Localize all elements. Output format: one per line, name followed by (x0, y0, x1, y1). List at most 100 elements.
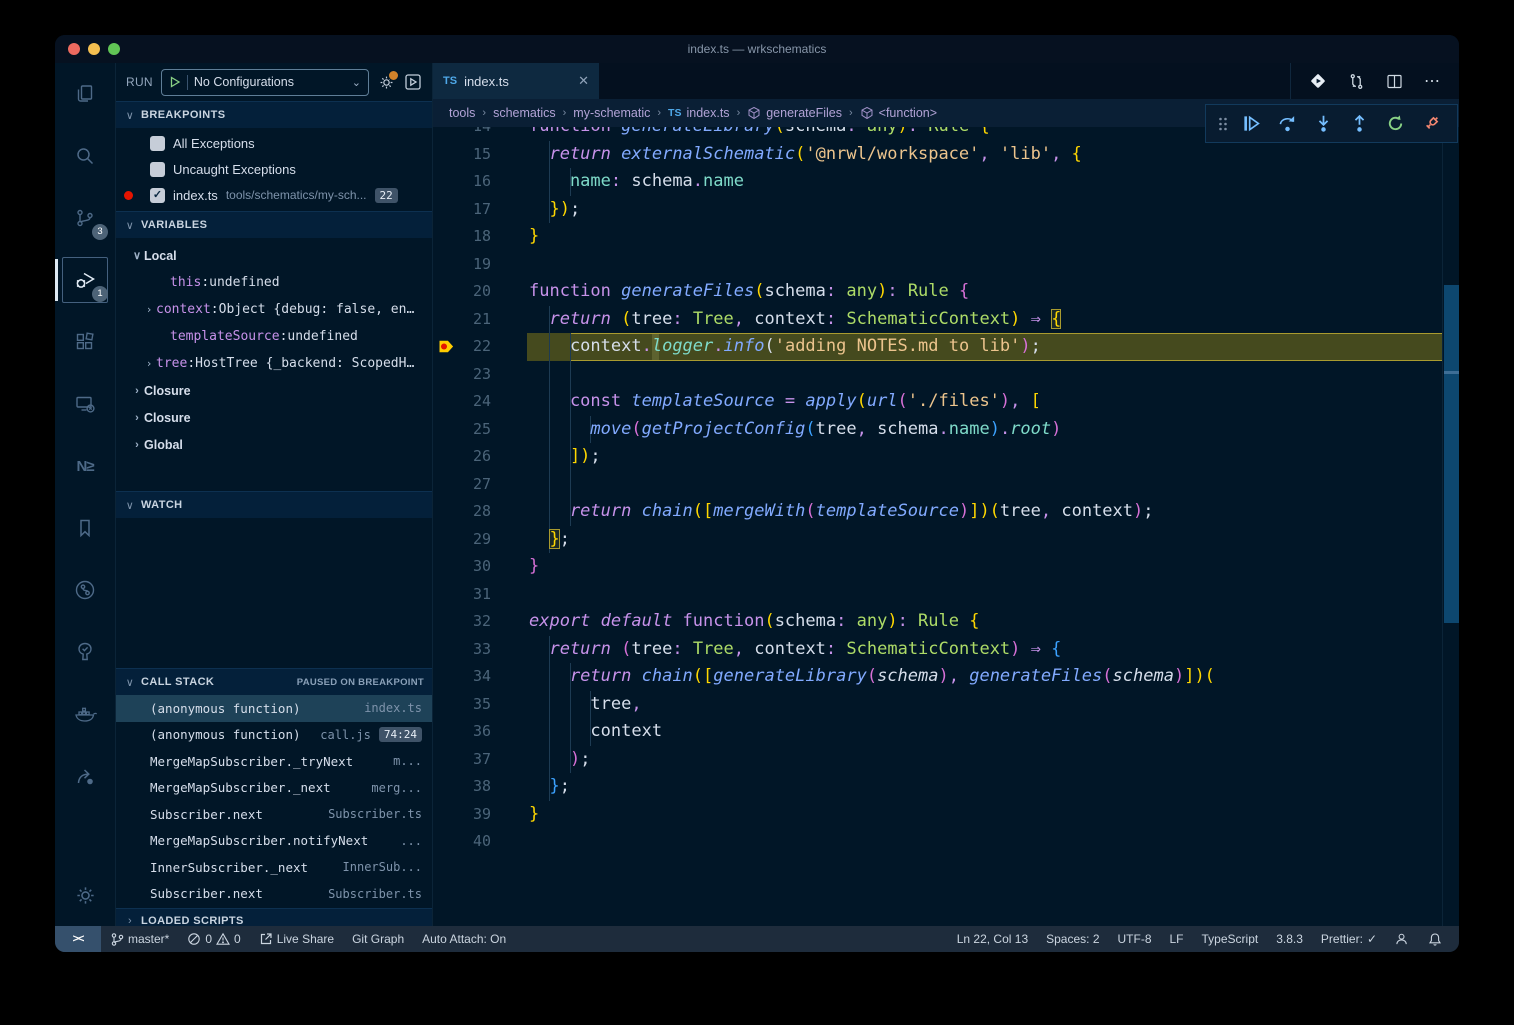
activity-item-docker[interactable] (55, 683, 115, 745)
activity-item-testing[interactable] (55, 621, 115, 683)
breakpoint-item[interactable]: index.tstools/schematics/my-sch...22 (116, 182, 432, 208)
tab-index-ts[interactable]: TS index.ts ✕ (433, 63, 599, 99)
breakpoint-item[interactable]: All Exceptions (116, 130, 432, 156)
call-stack-frame[interactable]: (anonymous function)index.ts (116, 695, 432, 722)
problems-status[interactable]: 0 0 (178, 926, 249, 952)
git-branch-status[interactable]: master* (101, 926, 178, 952)
breadcrumb-item[interactable]: schematics (493, 106, 556, 120)
breakpoints-section-header[interactable]: ∨ BREAKPOINTS (116, 101, 432, 128)
activity-item-search[interactable] (55, 125, 115, 187)
code-line[interactable]: 29}; (433, 526, 1443, 554)
code-line[interactable]: 36context (433, 718, 1443, 746)
breakpoint-item[interactable]: Uncaught Exceptions (116, 156, 432, 182)
debug-settings-button[interactable] (377, 73, 396, 92)
code-line[interactable]: 38}; (433, 773, 1443, 801)
activity-item-gitlens[interactable] (55, 559, 115, 621)
restart-button[interactable] (1383, 111, 1409, 137)
code-editor[interactable]: 14function generateLibrary(schema: any):… (433, 127, 1459, 926)
activity-item-nx-console[interactable]: N≥ (55, 435, 115, 497)
call-stack-frame[interactable]: Subscriber.nextSubscriber.ts (116, 881, 432, 908)
breadcrumb-item[interactable]: tools (449, 106, 475, 120)
code-line[interactable]: 26]); (433, 443, 1443, 471)
variable-row[interactable]: this: undefined (116, 269, 432, 296)
open-changes-icon[interactable] (1348, 73, 1365, 90)
code-line[interactable]: 17}); (433, 196, 1443, 224)
step-out-button[interactable] (1347, 111, 1373, 137)
notifications-status[interactable] (1419, 926, 1451, 952)
watch-section-header[interactable]: ∨ WATCH (116, 491, 432, 518)
code-line[interactable]: 27 (433, 471, 1443, 499)
variables-scope-row[interactable]: ∨Local (116, 242, 432, 269)
code-line[interactable]: 18} (433, 223, 1443, 251)
git-graph-status[interactable]: Git Graph (343, 926, 413, 952)
code-line[interactable]: 40 (433, 828, 1443, 856)
feedback-status[interactable] (1386, 926, 1419, 952)
variables-section-header[interactable]: ∨ VARIABLES (116, 211, 432, 238)
code-line[interactable]: 31 (433, 581, 1443, 609)
code-line[interactable]: 21return (tree: Tree, context: Schematic… (433, 306, 1443, 334)
code-line[interactable]: 39} (433, 801, 1443, 829)
variable-row[interactable]: ›tree: HostTree {_backend: ScopedH… (116, 350, 432, 377)
code-line[interactable]: 24const templateSource = apply(url('./fi… (433, 388, 1443, 416)
code-line[interactable]: 32export default function(schema: any): … (433, 608, 1443, 636)
debug-console-button[interactable] (404, 73, 422, 91)
code-line[interactable]: 37); (433, 746, 1443, 774)
code-line[interactable]: 15return externalSchematic('@nrwl/worksp… (433, 141, 1443, 169)
step-over-button[interactable] (1274, 111, 1300, 137)
activity-item-source-control[interactable]: 3 (55, 187, 115, 249)
code-line[interactable]: 30} (433, 553, 1443, 581)
activity-item-extensions[interactable] (55, 311, 115, 373)
close-tab-icon[interactable]: ✕ (578, 73, 589, 89)
breadcrumb-item[interactable]: TSindex.ts (668, 106, 730, 120)
call-stack-frame[interactable]: MergeMapSubscriber._nextmerg... (116, 775, 432, 802)
breakpoint-checkbox[interactable] (150, 188, 165, 203)
activity-item-live-share[interactable] (55, 745, 115, 807)
encoding-status[interactable]: UTF-8 (1109, 926, 1161, 952)
call-stack-section-header[interactable]: ∨ CALL STACK PAUSED ON BREAKPOINT (116, 668, 432, 695)
call-stack-frame[interactable]: InnerSubscriber._nextInnerSub... (116, 854, 432, 881)
run-configuration-select[interactable]: No Configurations ⌄ (161, 69, 369, 96)
variables-scope-row[interactable]: ›Closure (116, 377, 432, 404)
code-line[interactable]: 33return (tree: Tree, context: Schematic… (433, 636, 1443, 664)
breadcrumb-item[interactable]: <function> (860, 106, 937, 120)
indentation-status[interactable]: Spaces: 2 (1037, 926, 1108, 952)
continue-button[interactable] (1238, 111, 1264, 137)
cursor-position-status[interactable]: Ln 22, Col 13 (948, 926, 1037, 952)
variables-scope-row[interactable]: ›Closure (116, 404, 432, 431)
code-line[interactable]: 20function generateFiles(schema: any): R… (433, 278, 1443, 306)
step-into-button[interactable] (1310, 111, 1336, 137)
code-line[interactable]: 19 (433, 251, 1443, 279)
code-line[interactable]: 28return chain([mergeWith(templateSource… (433, 498, 1443, 526)
activity-item-run-and-debug[interactable]: 1 (55, 249, 115, 311)
remote-indicator[interactable]: >< (55, 926, 101, 952)
gitlens-diamond-icon[interactable] (1309, 72, 1327, 90)
breakpoint-checkbox[interactable] (150, 136, 165, 151)
code-line[interactable]: 16name: schema.name (433, 168, 1443, 196)
scrollbar-slider[interactable] (1444, 285, 1459, 623)
more-actions-icon[interactable]: ⋯ (1424, 71, 1441, 91)
auto-attach-status[interactable]: Auto Attach: On (413, 926, 515, 952)
code-line[interactable]: 25move(getProjectConfig(tree, schema.nam… (433, 416, 1443, 444)
activity-item-bookmarks[interactable] (55, 497, 115, 559)
breadcrumb-item[interactable]: generateFiles (747, 106, 842, 120)
activity-item-explorer[interactable] (55, 63, 115, 125)
call-stack-frame[interactable]: (anonymous function)call.js74:24 (116, 722, 432, 749)
variables-scope-row[interactable]: ›Global (116, 431, 432, 458)
disconnect-button[interactable] (1419, 111, 1445, 137)
typescript-version-status[interactable]: 3.8.3 (1267, 926, 1312, 952)
code-line-current[interactable]: 22context.logger.info('adding NOTES.md t… (433, 333, 1443, 361)
activity-item-settings[interactable] (55, 864, 115, 926)
language-mode-status[interactable]: TypeScript (1193, 926, 1268, 952)
variable-row[interactable]: ›context: Object {debug: false, en… (116, 296, 432, 323)
breakpoint-checkbox[interactable] (150, 162, 165, 177)
variable-row[interactable]: templateSource: undefined (116, 323, 432, 350)
code-line[interactable]: 35tree, (433, 691, 1443, 719)
loaded-scripts-section-header[interactable]: › LOADED SCRIPTS (116, 908, 432, 927)
code-line[interactable]: 23 (433, 361, 1443, 389)
prettier-status[interactable]: Prettier: ✓ (1312, 926, 1386, 952)
call-stack-frame[interactable]: MergeMapSubscriber._tryNextm... (116, 748, 432, 775)
split-editor-icon[interactable] (1386, 73, 1403, 90)
code-line[interactable]: 34return chain([generateLibrary(schema),… (433, 663, 1443, 691)
breadcrumb-item[interactable]: my-schematic (573, 106, 650, 120)
call-stack-frame[interactable]: Subscriber.nextSubscriber.ts (116, 801, 432, 828)
